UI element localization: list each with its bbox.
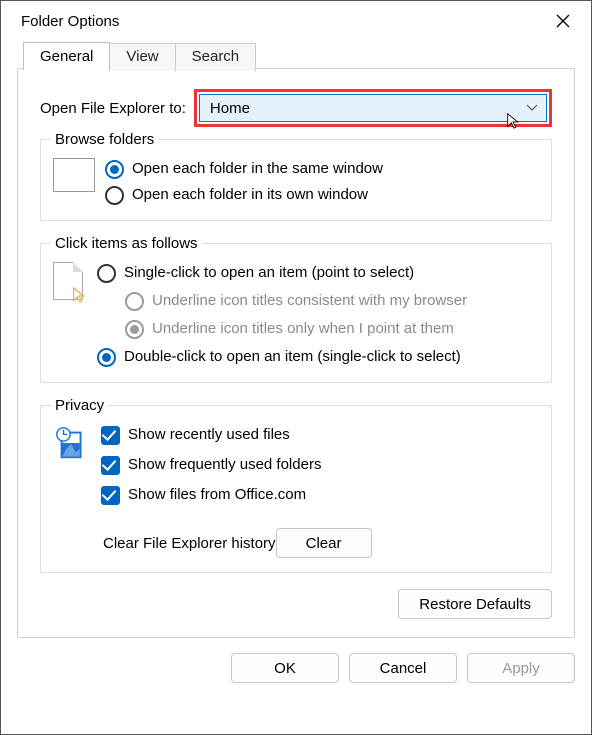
- radio-same-window[interactable]: Open each folder in the same window: [105, 158, 383, 180]
- tab-panel-general: Open File Explorer to: Home Browse folde…: [17, 68, 575, 638]
- click-items-group: Click items as follows Single-click to o…: [40, 235, 552, 383]
- radio-single-click[interactable]: Single-click to open an item (point to s…: [97, 262, 467, 284]
- browse-folders-legend: Browse folders: [51, 131, 158, 148]
- dialog-footer: OK Cancel Apply: [1, 639, 591, 697]
- open-to-combobox[interactable]: Home: [199, 94, 547, 122]
- close-icon: [556, 14, 570, 28]
- check-office-files-label: Show files from Office.com: [128, 484, 306, 506]
- tabs: General View Search: [1, 41, 591, 69]
- checkbox-indicator: [101, 486, 120, 505]
- browse-folders-group: Browse folders Open each folder in the s…: [40, 131, 552, 221]
- privacy-icon: [53, 424, 91, 462]
- check-recent-files[interactable]: Show recently used files: [101, 424, 372, 446]
- apply-button[interactable]: Apply: [467, 653, 575, 683]
- radio-indicator: [105, 186, 124, 205]
- check-office-files[interactable]: Show files from Office.com: [101, 484, 372, 506]
- check-frequent-folders-label: Show frequently used folders: [128, 454, 321, 476]
- window-title: Folder Options: [21, 13, 119, 30]
- radio-same-window-label: Open each folder in the same window: [132, 158, 383, 180]
- radio-double-click[interactable]: Double-click to open an item (single-cli…: [97, 346, 467, 368]
- tab-search[interactable]: Search: [175, 43, 257, 71]
- radio-indicator: [105, 160, 124, 179]
- radio-own-window[interactable]: Open each folder in its own window: [105, 184, 383, 206]
- document-click-icon: [53, 262, 87, 302]
- checkbox-indicator: [101, 456, 120, 475]
- check-frequent-folders[interactable]: Show frequently used folders: [101, 454, 372, 476]
- radio-underline-browser: Underline icon titles consistent with my…: [125, 290, 467, 312]
- privacy-legend: Privacy: [51, 397, 108, 414]
- radio-own-window-label: Open each folder in its own window: [132, 184, 368, 206]
- clear-history-label: Clear File Explorer history: [103, 535, 276, 552]
- chevron-down-icon: [526, 104, 538, 112]
- radio-underline-point-label: Underline icon titles only when I point …: [152, 318, 454, 340]
- folder-icon: [53, 158, 95, 192]
- cursor-icon: [505, 112, 523, 130]
- check-recent-files-label: Show recently used files: [128, 424, 290, 446]
- open-to-label: Open File Explorer to:: [40, 100, 186, 117]
- click-items-legend: Click items as follows: [51, 235, 202, 252]
- radio-indicator: [97, 348, 116, 367]
- tab-view[interactable]: View: [109, 43, 175, 71]
- restore-defaults-button[interactable]: Restore Defaults: [398, 589, 552, 619]
- radio-single-click-label: Single-click to open an item (point to s…: [124, 262, 414, 284]
- radio-indicator: [125, 320, 144, 339]
- radio-underline-browser-label: Underline icon titles consistent with my…: [152, 290, 467, 312]
- close-button[interactable]: [549, 7, 577, 35]
- radio-indicator: [97, 264, 116, 283]
- clear-button[interactable]: Clear: [276, 528, 372, 558]
- ok-button[interactable]: OK: [231, 653, 339, 683]
- tab-general[interactable]: General: [23, 42, 110, 70]
- open-to-value: Home: [210, 100, 250, 117]
- radio-indicator: [125, 292, 144, 311]
- cancel-button[interactable]: Cancel: [349, 653, 457, 683]
- highlight-annotation: Home: [194, 89, 552, 127]
- radio-underline-point: Underline icon titles only when I point …: [125, 318, 467, 340]
- privacy-group: Privacy Show recently used files: [40, 397, 552, 573]
- open-to-row: Open File Explorer to: Home: [40, 89, 552, 127]
- titlebar: Folder Options: [1, 1, 591, 41]
- radio-double-click-label: Double-click to open an item (single-cli…: [124, 346, 461, 368]
- checkbox-indicator: [101, 426, 120, 445]
